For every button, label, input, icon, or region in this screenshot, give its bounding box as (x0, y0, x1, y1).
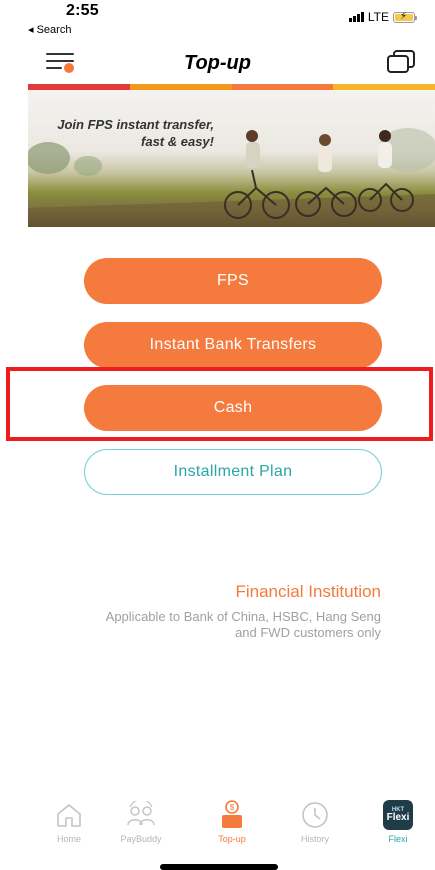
tab-label: Home (56, 834, 81, 844)
tab-label: PayBuddy (120, 834, 162, 844)
installment-plan-button[interactable]: Installment Plan (84, 449, 382, 495)
status-indicators: LTE ⚡ (348, 10, 417, 24)
nav-bar: Top-up (0, 44, 435, 84)
topup-icon: $ (197, 798, 267, 832)
network-label: LTE (367, 10, 389, 24)
svg-text:$: $ (230, 803, 235, 812)
cash-button[interactable]: Cash (84, 385, 382, 431)
signal-icon (348, 12, 364, 22)
fps-promo-banner[interactable]: Join FPS instant transfer, fast & easy! (28, 90, 435, 227)
tab-label: Flexi (388, 834, 408, 844)
status-time: 2:55 (66, 2, 99, 19)
battery-icon: ⚡ (393, 11, 417, 23)
home-indicator (160, 864, 278, 870)
instant-bank-transfers-button[interactable]: Instant Bank Transfers (84, 322, 382, 368)
tab-label: Top-up (218, 834, 246, 844)
tab-label: History (300, 834, 329, 844)
tab-paybuddy[interactable]: PayBuddy (106, 798, 176, 844)
banner-line-2: fast & easy! (141, 134, 214, 149)
status-bar: 2:55 ◂ Search LTE ⚡ (0, 0, 435, 44)
tab-flexi[interactable]: HKT Flexi Flexi (363, 798, 433, 844)
cards-icon[interactable] (387, 50, 415, 76)
cyclists-illustration (28, 128, 435, 227)
tab-topup[interactable]: $ Top-up (197, 798, 267, 844)
financial-institution-description: Applicable to Bank of China, HSBC, Hang … (105, 609, 381, 640)
back-to-search-link[interactable]: ◂ Search (28, 23, 71, 36)
paybuddy-icon (106, 798, 176, 832)
financial-institution-link[interactable]: Financial Institution (235, 582, 381, 602)
fps-button[interactable]: FPS (84, 258, 382, 304)
page-title: Top-up (183, 52, 251, 74)
tab-home[interactable]: Home (34, 798, 104, 844)
banner-line-1: Join FPS instant transfer, (57, 117, 214, 132)
flexi-logo-icon: HKT Flexi (383, 800, 413, 830)
banner-text: Join FPS instant transfer, fast & easy! (38, 116, 214, 150)
tab-history[interactable]: History (280, 798, 350, 844)
home-icon (34, 798, 104, 832)
tab-bar: Home PayBuddy $ Top-up History HKT Flexi… (0, 798, 435, 850)
history-icon (280, 798, 350, 832)
